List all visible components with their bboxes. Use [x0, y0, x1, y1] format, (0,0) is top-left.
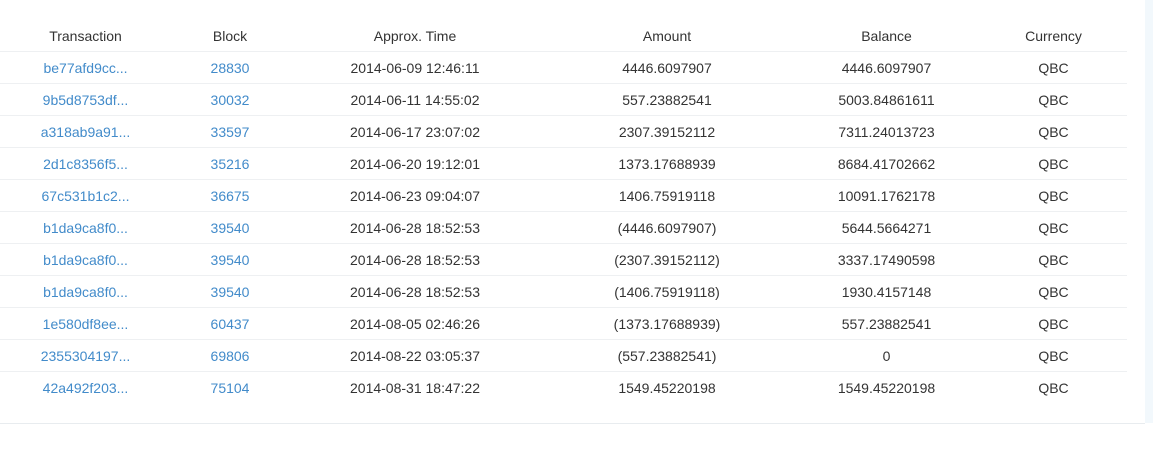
transaction-link[interactable]: 9b5d8753df...: [43, 92, 129, 108]
balance-cell: 7311.24013723: [793, 115, 980, 148]
transactions-panel: Transaction Block Approx. Time Amount Ba…: [0, 0, 1145, 424]
balance-cell: 1549.45220198: [837, 379, 936, 396]
balance-cell: 8684.41702662: [793, 147, 980, 180]
currency-cell: QBC: [980, 179, 1127, 212]
currency-cell: QBC: [980, 115, 1127, 148]
column-header-block[interactable]: Block: [171, 20, 289, 52]
block-link[interactable]: 36675: [211, 188, 250, 204]
time-cell: 2014-06-17 23:07:02: [289, 115, 541, 148]
time-cell: 2014-08-05 02:46:26: [289, 307, 541, 340]
transaction-link[interactable]: b1da9ca8f0...: [43, 252, 128, 268]
currency-cell: QBC: [1038, 379, 1069, 396]
block-link[interactable]: 69806: [211, 348, 250, 364]
transaction-link[interactable]: b1da9ca8f0...: [43, 220, 128, 236]
balance-cell: 3337.17490598: [793, 243, 980, 276]
currency-cell: QBC: [980, 51, 1127, 84]
amount-cell: (4446.6097907): [541, 211, 793, 244]
balance-cell: 5644.5664271: [793, 211, 980, 244]
block-link[interactable]: 39540: [211, 284, 250, 300]
table-row: a318ab9a91... 33597 2014-06-17 23:07:02 …: [0, 115, 1127, 148]
balance-cell: 10091.1762178: [793, 179, 980, 212]
amount-cell: 4446.6097907: [541, 51, 793, 84]
amount-cell: (557.23882541): [541, 339, 793, 372]
table-body: be77afd9cc... 28830 2014-06-09 12:46:11 …: [0, 51, 1127, 404]
table-row: 1e580df8ee... 60437 2014-08-05 02:46:26 …: [0, 307, 1127, 340]
scroll-gutter: [1145, 0, 1153, 423]
currency-cell: QBC: [980, 307, 1127, 340]
amount-cell: 1406.75919118: [541, 179, 793, 212]
amount-cell: (1406.75919118): [541, 275, 793, 308]
currency-cell: QBC: [980, 339, 1127, 372]
time-cell: 2014-06-28 18:52:53: [289, 243, 541, 276]
table-row: be77afd9cc... 28830 2014-06-09 12:46:11 …: [0, 51, 1127, 84]
amount-cell: 2307.39152112: [541, 115, 793, 148]
time-cell: 2014-08-31 18:47:22: [350, 379, 480, 396]
amount-cell: 557.23882541: [541, 83, 793, 116]
currency-cell: QBC: [980, 147, 1127, 180]
amount-cell: (2307.39152112): [541, 243, 793, 276]
transactions-table: Transaction Block Approx. Time Amount Ba…: [0, 20, 1127, 403]
amount-cell: 1373.17688939: [541, 147, 793, 180]
amount-cell: (1373.17688939): [541, 307, 793, 340]
currency-cell: QBC: [980, 211, 1127, 244]
currency-cell: QBC: [980, 243, 1127, 276]
currency-cell: QBC: [980, 83, 1127, 116]
currency-cell: QBC: [980, 275, 1127, 308]
block-link[interactable]: 30032: [211, 92, 250, 108]
balance-cell: 1930.4157148: [793, 275, 980, 308]
balance-cell: 0: [793, 339, 980, 372]
block-link[interactable]: 39540: [211, 252, 250, 268]
time-cell: 2014-06-20 19:12:01: [289, 147, 541, 180]
table-row: 2d1c8356f5... 35216 2014-06-20 19:12:01 …: [0, 147, 1127, 180]
block-link[interactable]: 33597: [211, 124, 250, 140]
time-cell: 2014-06-28 18:52:53: [289, 275, 541, 308]
table-row: b1da9ca8f0... 39540 2014-06-28 18:52:53 …: [0, 275, 1127, 308]
transaction-link[interactable]: 2355304197...: [41, 348, 131, 364]
transaction-link[interactable]: a318ab9a91...: [41, 124, 131, 140]
table-header-row: Transaction Block Approx. Time Amount Ba…: [0, 20, 1127, 52]
table-row: 42a492f203... 75104 2014-08-31 18:47:22 …: [0, 372, 1127, 404]
column-header-currency[interactable]: Currency: [980, 20, 1127, 52]
column-header-balance[interactable]: Balance: [793, 20, 980, 52]
time-cell: 2014-06-09 12:46:11: [289, 51, 541, 84]
table-row: 9b5d8753df... 30032 2014-06-11 14:55:02 …: [0, 83, 1127, 116]
time-cell: 2014-06-11 14:55:02: [289, 83, 541, 116]
table-row: 67c531b1c2... 36675 2014-06-23 09:04:07 …: [0, 179, 1127, 212]
amount-cell: 1549.45220198: [618, 379, 716, 396]
transaction-link[interactable]: be77afd9cc...: [43, 60, 127, 76]
transaction-link[interactable]: 1e580df8ee...: [43, 316, 129, 332]
transaction-link[interactable]: 67c531b1c2...: [42, 188, 130, 204]
table-row: b1da9ca8f0... 39540 2014-06-28 18:52:53 …: [0, 211, 1127, 244]
block-link[interactable]: 28830: [211, 60, 250, 76]
balance-cell: 4446.6097907: [793, 51, 980, 84]
time-cell: 2014-08-22 03:05:37: [289, 339, 541, 372]
column-header-time[interactable]: Approx. Time: [289, 20, 541, 52]
table-row: b1da9ca8f0... 39540 2014-06-28 18:52:53 …: [0, 243, 1127, 276]
block-link[interactable]: 39540: [211, 220, 250, 236]
table-row: 2355304197... 69806 2014-08-22 03:05:37 …: [0, 339, 1127, 372]
column-header-amount[interactable]: Amount: [541, 20, 793, 52]
balance-cell: 5003.84861611: [793, 83, 980, 116]
column-header-transaction[interactable]: Transaction: [0, 20, 171, 52]
time-cell: 2014-06-23 09:04:07: [289, 179, 541, 212]
balance-cell: 557.23882541: [793, 307, 980, 340]
transaction-link[interactable]: 2d1c8356f5...: [43, 156, 128, 172]
block-link[interactable]: 75104: [211, 380, 250, 396]
block-link[interactable]: 35216: [211, 156, 250, 172]
block-link[interactable]: 60437: [211, 316, 250, 332]
transaction-link[interactable]: b1da9ca8f0...: [43, 284, 128, 300]
time-cell: 2014-06-28 18:52:53: [289, 211, 541, 244]
transaction-link[interactable]: 42a492f203...: [43, 380, 129, 396]
